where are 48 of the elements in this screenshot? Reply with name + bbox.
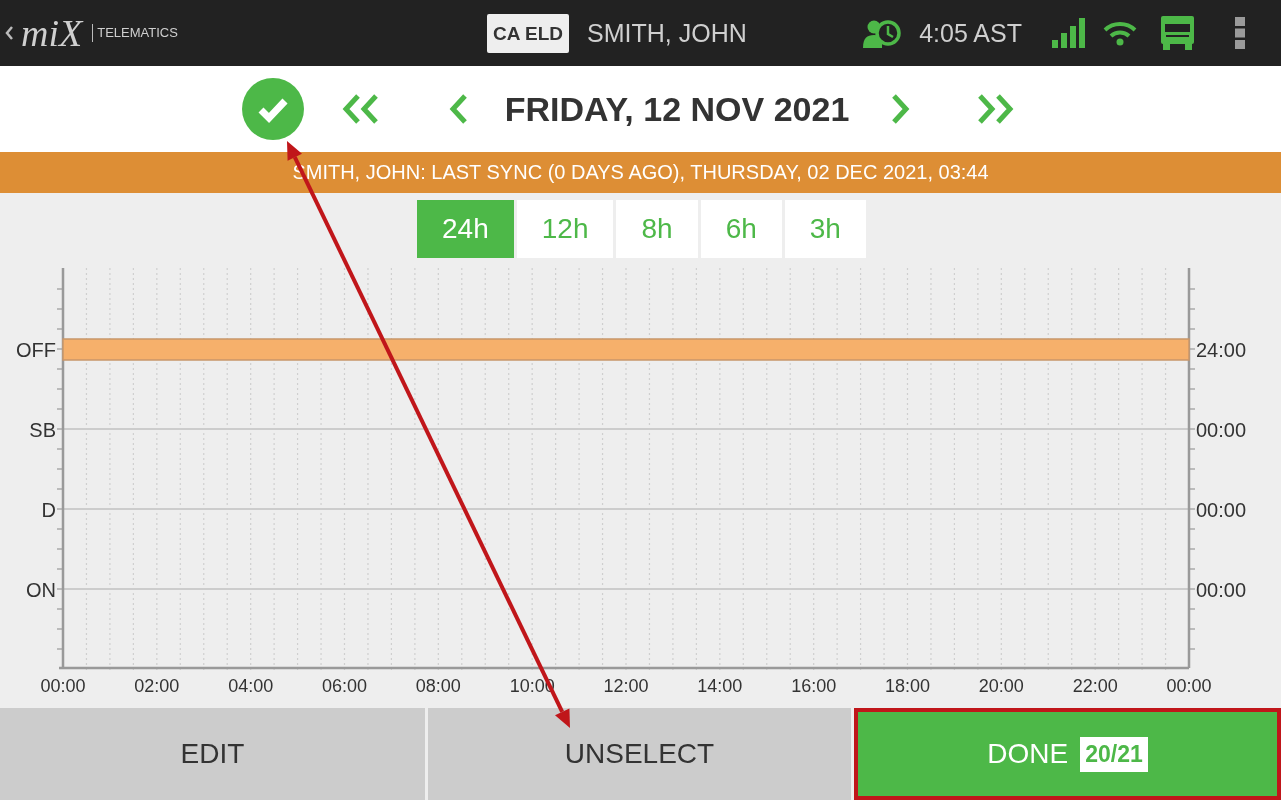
chevron-right-icon	[891, 93, 912, 125]
total-hours-label: 00:00	[1196, 579, 1247, 601]
skip-back-button[interactable]	[340, 93, 381, 125]
driver-name: SMITH, JOHN	[587, 18, 747, 48]
truck-icon[interactable]	[1160, 16, 1195, 50]
action-button[interactable]: UNSELECT	[428, 708, 851, 800]
total-hours-label: 00:00	[1196, 499, 1247, 521]
check-circle-icon[interactable]	[241, 78, 304, 140]
zoom-tab[interactable]: 6h	[700, 200, 782, 258]
time-label: 00:00	[1166, 676, 1212, 696]
action-button[interactable]: EDIT	[0, 708, 425, 800]
signal-icon	[1052, 18, 1085, 48]
previous-day-button[interactable]	[447, 93, 468, 125]
time-label: 00:00	[40, 676, 86, 696]
zoom-tab[interactable]: 24h	[417, 200, 514, 258]
status-label: OFF	[16, 339, 56, 361]
double-chevron-left-icon	[340, 93, 381, 125]
time-label: 12:00	[603, 676, 649, 696]
eld-badge: CA ELD	[487, 13, 570, 53]
chevron-left-icon[interactable]	[5, 26, 13, 40]
clock-time: 4:05 AST	[919, 18, 1022, 48]
zoom-tab[interactable]: 12h	[516, 200, 614, 258]
time-label: 22:00	[1072, 676, 1118, 696]
user-clock-icon[interactable]	[863, 17, 902, 49]
count-badge: 20/21	[1080, 736, 1148, 772]
time-label: 18:00	[885, 676, 930, 696]
status-label: ON	[26, 579, 56, 601]
time-label: 20:00	[978, 676, 1024, 696]
time-label: 14:00	[697, 676, 743, 696]
time-label: 02:00	[134, 676, 180, 696]
logo: miX	[21, 13, 83, 53]
time-label: 08:00	[415, 676, 461, 696]
status-label: SB	[29, 419, 56, 441]
action-button[interactable]: DONE 20/21	[854, 708, 1281, 800]
zoom-tab[interactable]: 3h	[784, 200, 866, 258]
logo-subtitle: TELEMATICS	[92, 24, 178, 42]
time-label: 04:00	[228, 676, 274, 696]
date-title: FRIDAY, 12 NOV 2021	[504, 89, 850, 129]
time-label: 06:00	[322, 676, 367, 696]
status-label: D	[41, 499, 56, 521]
chevron-left-icon	[447, 93, 468, 125]
total-hours-label: 00:00	[1196, 419, 1247, 441]
zoom-tab[interactable]: 8h	[616, 200, 698, 258]
more-menu-icon[interactable]	[1235, 17, 1245, 49]
next-day-button[interactable]	[891, 93, 912, 125]
wifi-icon	[1103, 20, 1137, 46]
total-hours-label: 24:00	[1196, 339, 1247, 361]
time-label: 16:00	[791, 676, 837, 696]
